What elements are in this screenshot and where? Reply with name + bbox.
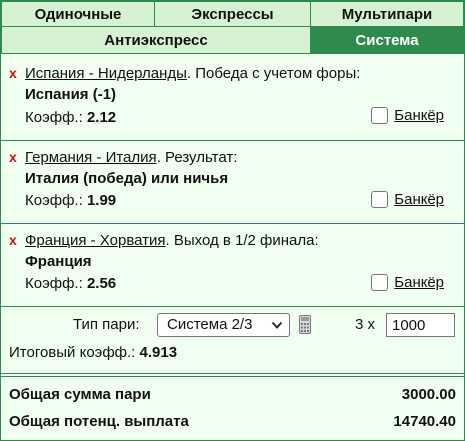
system-settings: Тип пари: Система 2/3 3 x 1000 Итоговый … [1,307,464,373]
banker-toggle[interactable]: Банкёр [371,191,444,208]
total-stake-value: 3000.00 [401,386,456,403]
total-stake-label: Общая сумма пари [9,386,151,403]
bet-item: x Франция - Хорватия. Выход в 1/2 финала… [1,224,464,307]
bet-slip: Одиночные Экспрессы Мультипари Антиэкспр… [0,0,465,441]
match-link[interactable]: Франция - Хорватия [25,232,166,249]
divider [1,373,464,374]
selection-text: Франция [25,253,92,270]
match-link[interactable]: Испания - Нидерланды [25,65,187,82]
selection-text: Италия (победа) или ничья [25,170,229,187]
total-coef-line: Итоговый коэфф.: 4.913 [9,344,177,361]
market-text: . Результат: [156,149,238,166]
selection-text: Испания (-1) [25,86,117,103]
tab-system[interactable]: Система [310,26,464,54]
potential-payout-label: Общая потенц. выплата [9,413,189,430]
coef-value: 1.99 [86,192,117,209]
system-type-select[interactable]: Система 2/3 [157,313,290,337]
banker-toggle[interactable]: Банкёр [371,107,444,124]
total-coef-label: Итоговый коэфф.: [9,344,136,361]
divider [1,376,464,377]
banker-label[interactable]: Банкёр [394,191,444,208]
bet-type-label: Тип пари: [73,316,140,333]
tab-express[interactable]: Экспрессы [154,1,311,27]
tab-antiexpress[interactable]: Антиэкспресс [1,26,311,54]
coef-value: 2.56 [86,275,117,292]
tab-multi[interactable]: Мультипари [310,1,464,27]
coef-value: 2.12 [86,109,117,126]
bet-event-line: Франция - Хорватия. Выход в 1/2 финала: [25,232,319,249]
coef-line: Коэфф.: 2.56 [25,275,116,292]
system-type-row: Тип пари: Система 2/3 3 x [1,313,464,337]
calculator-icon[interactable] [299,315,311,334]
market-text: . Выход в 1/2 финала: [165,232,319,249]
bet-item: x Германия - Италия. Результат: Италия (… [1,141,464,224]
banker-toggle[interactable]: Банкёр [371,274,444,291]
stake-input[interactable] [386,313,455,337]
delete-x-icon[interactable]: x [9,233,19,247]
delete-x-icon[interactable]: x [9,150,19,164]
banker-checkbox[interactable] [371,107,389,124]
banker-checkbox[interactable] [371,274,389,291]
potential-payout-value: 14740.40 [393,413,456,430]
coef-line: Коэфф.: 1.99 [25,192,116,209]
match-link[interactable]: Германия - Италия [25,149,157,166]
bet-item: x Испания - Нидерланды. Победа с учетом … [1,55,464,141]
bet-event-line: Германия - Италия. Результат: [25,149,237,166]
coef-label: Коэфф.: [25,275,83,292]
coef-line: Коэфф.: 2.12 [25,109,116,126]
stake-multiplier: 3 x [355,316,376,333]
banker-checkbox[interactable] [371,191,389,208]
bet-event-line: Испания - Нидерланды. Победа с учетом фо… [25,65,360,82]
market-text: . Победа с учетом форы: [186,65,361,82]
banker-label[interactable]: Банкёр [394,274,444,291]
coef-label: Коэфф.: [25,109,83,126]
delete-x-icon[interactable]: x [9,66,19,80]
banker-label[interactable]: Банкёр [394,107,444,124]
coef-label: Коэфф.: [25,192,83,209]
total-coef-value: 4.913 [139,344,178,361]
chevron-down-icon [271,321,283,329]
tab-singles[interactable]: Одиночные [1,1,155,27]
system-type-value: Система 2/3 [167,316,253,333]
